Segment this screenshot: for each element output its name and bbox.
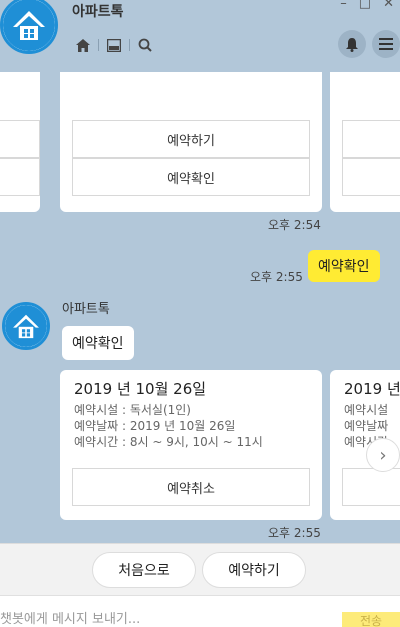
timestamp: 오후 2:54 [268, 218, 321, 232]
bell-icon[interactable] [338, 30, 366, 58]
chat-area[interactable]: 예약하기 예약확인 오후 2:54 오후 2:55 예약확인 아파트톡 예약확인… [0, 72, 400, 543]
search-icon[interactable] [134, 36, 156, 54]
reservation-facility: 예약시설 [344, 403, 389, 417]
bot-name: 아파트톡 [62, 302, 110, 317]
reserve-button[interactable]: 예약하기 [72, 120, 310, 158]
user-message-bubble: 예약확인 [308, 250, 380, 282]
house-logo-icon [3, 0, 55, 51]
reservation-title: 2019 년 10월 26일 [74, 380, 207, 398]
quick-reply-reserve-button[interactable]: 예약하기 [202, 552, 306, 588]
header-toolbar [72, 36, 156, 54]
toolbar-divider [129, 39, 130, 51]
chevron-right-icon[interactable]: › [366, 438, 400, 472]
close-button[interactable]: ✕ [383, 0, 394, 11]
reservation-facility: 예약시설 : 독서실(1인) [74, 403, 191, 417]
carousel-card-right [330, 72, 400, 212]
card-button[interactable] [342, 468, 400, 506]
house-logo-icon [5, 305, 47, 347]
send-button[interactable]: 전송 [342, 612, 400, 627]
reservation-time: 예약시간 : 8시 ~ 9시, 10시 ~ 11시 [74, 435, 263, 449]
toolbar-divider [98, 39, 99, 51]
card-button[interactable] [342, 120, 400, 158]
bot-message-bubble: 예약확인 [62, 326, 134, 360]
maximize-button[interactable]: □ [359, 0, 371, 11]
inbox-icon[interactable] [103, 36, 125, 54]
card-button[interactable] [0, 120, 40, 158]
window-controls: – □ ✕ [340, 0, 394, 11]
app-logo-avatar [0, 0, 58, 54]
chat-header: 아파트톡 – □ ✕ [0, 0, 400, 72]
minimize-button[interactable]: – [340, 0, 347, 11]
reservation-title: 2019 년 [344, 380, 400, 398]
card-button[interactable] [0, 158, 40, 196]
bot-avatar [2, 302, 50, 350]
carousel-card-middle: 예약하기 예약확인 [60, 72, 322, 212]
carousel-card-left [0, 72, 40, 212]
message-input[interactable] [0, 610, 330, 627]
quick-reply-bar: 처음으로 예약하기 [0, 543, 400, 595]
timestamp: 오후 2:55 [250, 270, 303, 284]
check-reservation-button[interactable]: 예약확인 [72, 158, 310, 196]
timestamp: 오후 2:55 [268, 526, 321, 540]
home-icon[interactable] [72, 36, 94, 54]
card-button[interactable] [342, 158, 400, 196]
cancel-reservation-button[interactable]: 예약취소 [72, 468, 310, 506]
message-composer: 전송 [0, 595, 400, 627]
reservation-date: 예약날짜 [344, 419, 389, 433]
menu-icon[interactable] [372, 30, 400, 58]
reservation-card: 2019 년 10월 26일 예약시설 : 독서실(1인) 예약날짜 : 201… [60, 370, 322, 520]
quick-reply-home-button[interactable]: 처음으로 [92, 552, 196, 588]
reservation-date: 예약날짜 : 2019 년 10월 26일 [74, 419, 236, 433]
chat-title: 아파트톡 [72, 4, 124, 20]
